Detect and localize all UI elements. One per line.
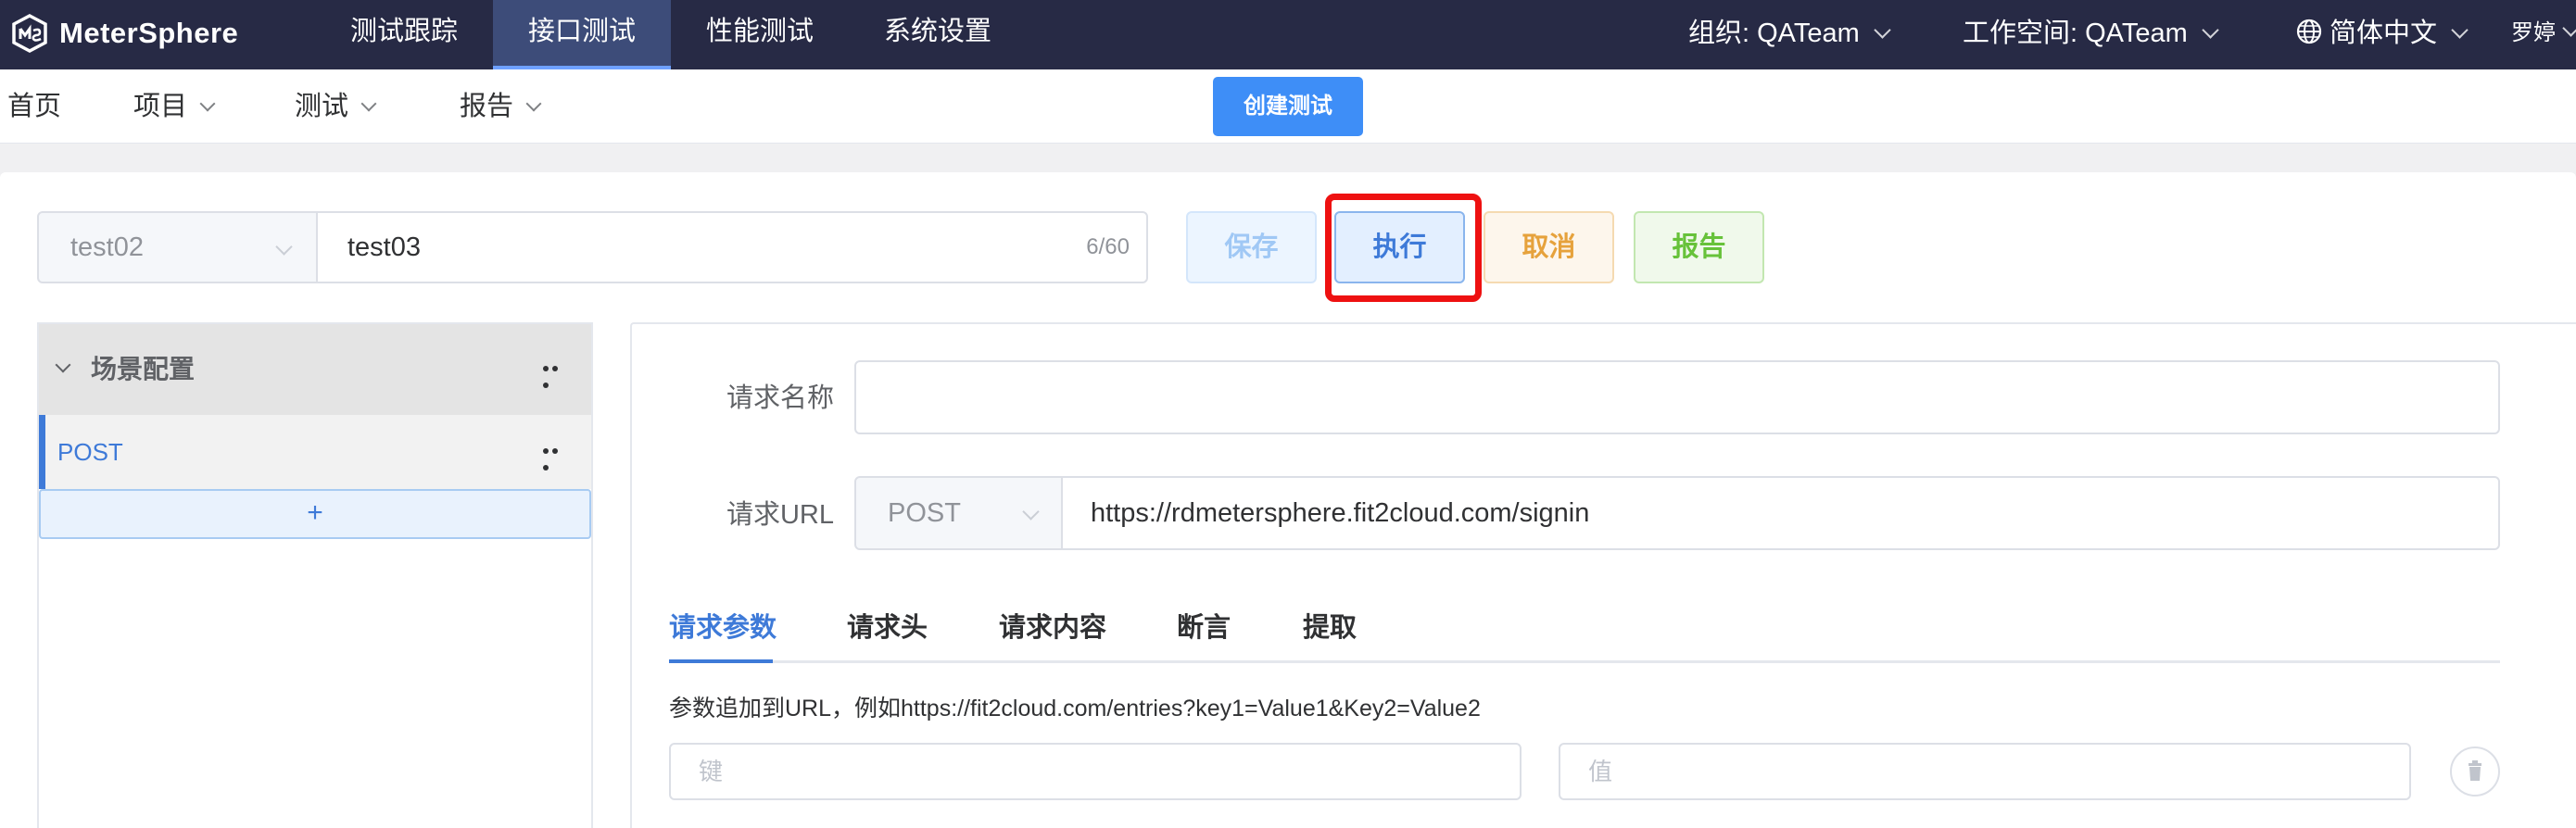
user-menu[interactable]: 罗婷 xyxy=(2511,0,2576,67)
environment-value: test02 xyxy=(70,232,144,262)
create-test-button[interactable]: 创建测试 xyxy=(1213,77,1363,136)
user-name: 罗婷 xyxy=(2511,20,2556,45)
method-select[interactable]: POST xyxy=(854,476,1063,550)
highlight-box xyxy=(1325,194,1482,302)
subnav-home[interactable]: 首页 xyxy=(7,69,61,144)
metersphere-logo-icon xyxy=(12,14,47,53)
chevron-down-icon xyxy=(2451,21,2469,39)
chevron-down-icon xyxy=(525,95,542,112)
tab-request-params[interactable]: 请求参数 xyxy=(669,602,777,658)
chevron-down-icon xyxy=(1022,503,1040,521)
tab-request-body[interactable]: 请求内容 xyxy=(999,602,1106,658)
environment-select[interactable]: test02 xyxy=(37,211,318,283)
more-icon[interactable] xyxy=(543,448,567,470)
request-name-input[interactable] xyxy=(854,360,2500,434)
globe-icon xyxy=(2296,19,2322,44)
save-button[interactable]: 保存 xyxy=(1186,211,1317,283)
url-input[interactable]: https://rdmetersphere.fit2cloud.com/sign… xyxy=(1061,476,2500,550)
plus-icon: + xyxy=(307,497,323,528)
language-label: 简体中文 xyxy=(2330,19,2438,48)
topnav-api-test[interactable]: 接口测试 xyxy=(493,0,671,69)
more-icon[interactable] xyxy=(543,366,567,388)
subnav-report-label: 报告 xyxy=(460,92,514,121)
topnav-test-tracking[interactable]: 测试跟踪 xyxy=(326,0,482,69)
request-url-label: 请求URL xyxy=(726,500,834,530)
subnav-test-label: 测试 xyxy=(295,92,349,121)
param-value-input[interactable]: 值 xyxy=(1559,743,2411,800)
subnav-report-dropdown[interactable]: 报告 xyxy=(460,69,542,144)
tree-item-label: POST xyxy=(57,438,123,466)
trash-icon xyxy=(2469,760,2481,781)
active-tab-indicator xyxy=(669,659,773,663)
test-name-value: test03 xyxy=(347,232,421,262)
param-key-input[interactable]: 键 xyxy=(669,743,1522,800)
app-name: MeterSphere xyxy=(59,17,239,49)
chevron-down-icon xyxy=(360,95,377,112)
organization-label: 组织: QATeam xyxy=(1688,19,1860,48)
workspace-label: 工作空间: QATeam xyxy=(1963,19,2188,48)
add-request-button[interactable]: + xyxy=(39,489,591,539)
params-hint: 参数追加到URL，例如https://fit2cloud.com/entries… xyxy=(669,696,1481,721)
chevron-down-icon xyxy=(2562,19,2576,37)
delete-param-button[interactable] xyxy=(2450,746,2500,797)
test-name-input[interactable]: test03 6/60 xyxy=(316,211,1148,283)
chevron-down-icon xyxy=(199,95,216,112)
tabs-divider xyxy=(669,660,2500,663)
chevron-down-icon xyxy=(2202,21,2219,39)
chevron-down-icon xyxy=(1874,21,1891,39)
tab-assertions[interactable]: 断言 xyxy=(1177,602,1231,658)
scenario-config-label: 场景配置 xyxy=(91,355,196,383)
report-button[interactable]: 报告 xyxy=(1634,211,1764,283)
topnav-system-settings[interactable]: 系统设置 xyxy=(860,0,1016,69)
topnav-performance-test[interactable]: 性能测试 xyxy=(682,0,838,69)
workspace-dropdown[interactable]: 工作空间: QATeam xyxy=(1963,0,2219,67)
character-count: 6/60 xyxy=(1086,234,1130,259)
chevron-down-icon xyxy=(275,238,293,256)
method-value: POST xyxy=(888,498,961,528)
organization-dropdown[interactable]: 组织: QATeam xyxy=(1688,0,1891,67)
subnav-test-dropdown[interactable]: 测试 xyxy=(295,69,377,144)
cancel-button[interactable]: 取消 xyxy=(1484,211,1614,283)
subnav-project-label: 项目 xyxy=(133,92,188,121)
request-name-label: 请求名称 xyxy=(726,383,834,413)
subnav-project-dropdown[interactable]: 项目 xyxy=(133,69,216,144)
language-dropdown[interactable]: 简体中文 xyxy=(2296,0,2469,67)
tab-extract[interactable]: 提取 xyxy=(1303,602,1357,658)
tab-request-headers[interactable]: 请求头 xyxy=(847,602,928,658)
